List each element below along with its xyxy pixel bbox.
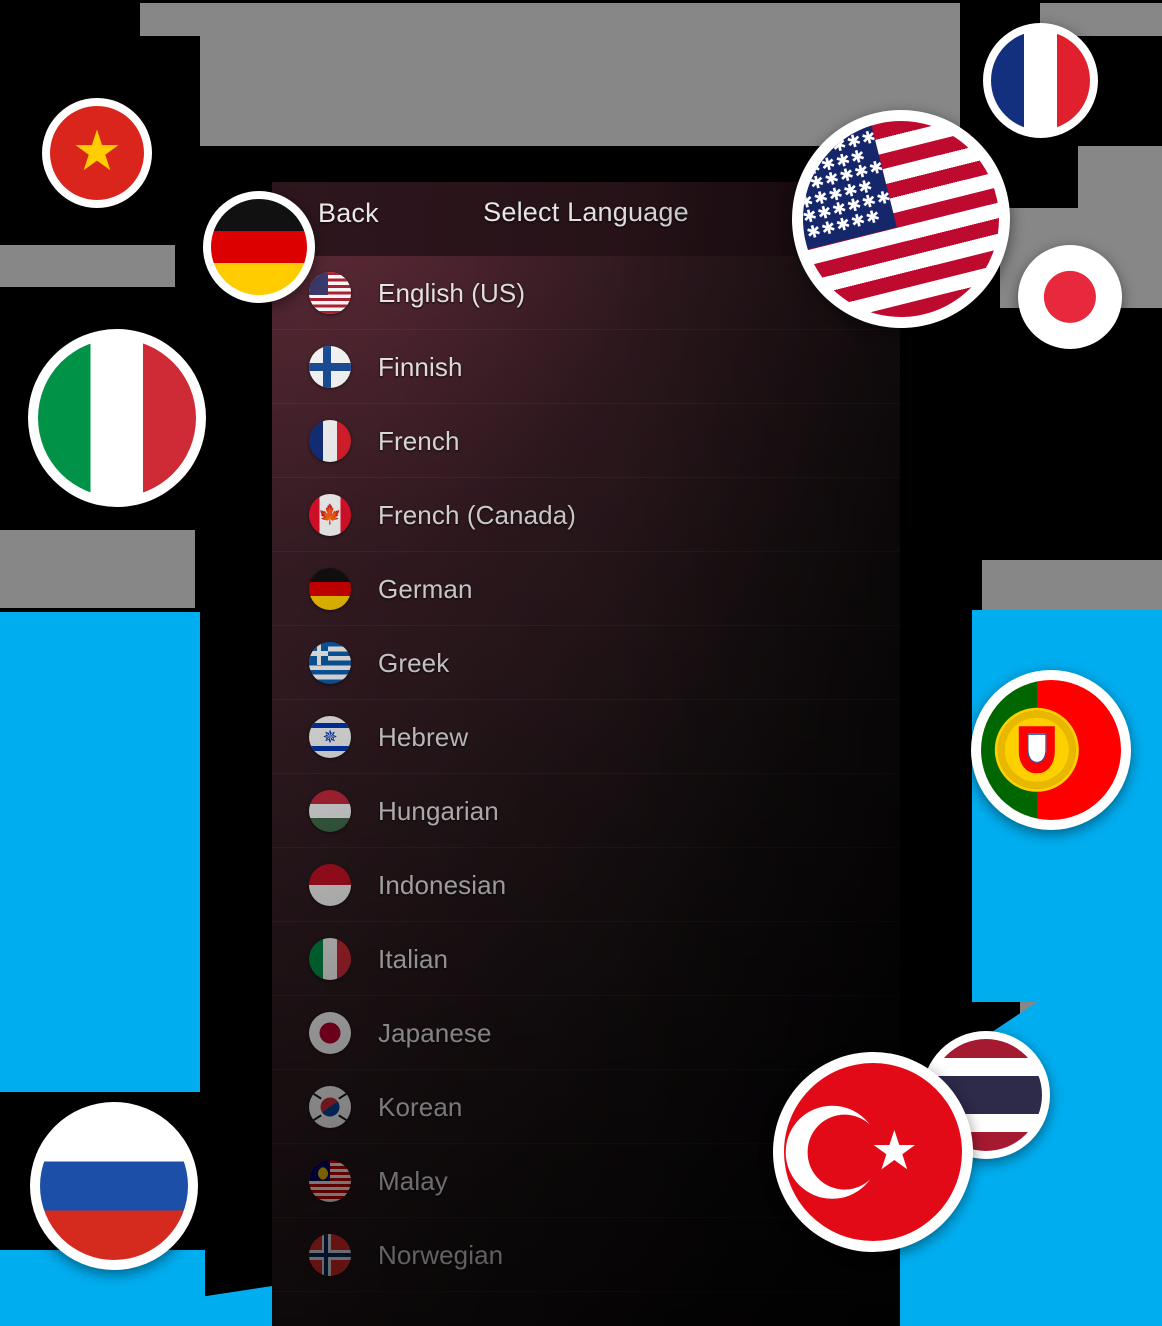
list-item[interactable]: Japanese xyxy=(272,996,900,1070)
language-label: Japanese xyxy=(378,1017,492,1048)
bg-gray-block-right-1 xyxy=(1078,146,1162,208)
bg-gray-block-left-2 xyxy=(0,530,195,608)
badge-italy xyxy=(28,329,206,507)
list-item[interactable]: French xyxy=(272,404,900,478)
flag-indonesia-icon xyxy=(309,864,351,906)
badge-japan xyxy=(1018,245,1122,349)
language-label: Norwegian xyxy=(378,1239,504,1270)
flag-israel-icon: ✵ xyxy=(309,716,351,758)
flag-finland-icon xyxy=(309,346,351,388)
list-item[interactable]: Hungarian xyxy=(272,774,900,848)
language-label: Hebrew xyxy=(378,721,469,752)
language-label: Italian xyxy=(378,943,449,974)
portugal-coat-of-arms-icon xyxy=(997,710,1077,790)
language-label: Malay xyxy=(378,1165,448,1196)
badge-vietnam: ★ xyxy=(42,98,152,208)
badge-germany xyxy=(203,191,315,303)
crescent-star-icon: ★ xyxy=(870,1120,919,1181)
language-label: French xyxy=(378,425,460,456)
language-label: German xyxy=(378,573,473,604)
language-label: Hungarian xyxy=(378,795,499,826)
list-item[interactable]: Finnish xyxy=(272,330,900,404)
flag-malaysia-icon xyxy=(309,1160,351,1202)
flag-germany-icon xyxy=(309,568,351,610)
language-label: Finnish xyxy=(378,351,463,382)
flag-greece-icon xyxy=(309,642,351,684)
language-label: English (US) xyxy=(378,277,526,308)
badge-france xyxy=(983,23,1098,138)
language-label: Indonesian xyxy=(378,869,507,900)
flag-hungary-icon xyxy=(309,790,351,832)
list-item[interactable]: ✵ Hebrew xyxy=(272,700,900,774)
language-label: Korean xyxy=(378,1091,463,1122)
list-item[interactable]: Italian xyxy=(272,922,900,996)
flag-italy-icon xyxy=(309,938,351,980)
badge-turkey: ★ xyxy=(773,1052,973,1252)
list-item[interactable]: German xyxy=(272,552,900,626)
bg-gray-block-top-1 xyxy=(140,3,960,36)
list-item[interactable]: Indonesian xyxy=(272,848,900,922)
badge-portugal xyxy=(971,670,1131,830)
bg-cyan-block-left xyxy=(0,612,200,1072)
flag-japan-icon xyxy=(309,1012,351,1054)
list-item[interactable]: Norwegian xyxy=(272,1218,900,1292)
star-icon: ★ xyxy=(71,118,123,182)
badge-russia xyxy=(30,1102,198,1270)
flag-norway-icon xyxy=(309,1234,351,1276)
list-item[interactable]: 🍁 French (Canada) xyxy=(272,478,900,552)
flag-canada-icon: 🍁 xyxy=(309,494,351,536)
bg-gray-block-left-1 xyxy=(0,245,175,287)
bg-gray-block-right-3 xyxy=(982,560,1162,612)
screenshot-canvas: Back Select Language English (US) Finnis… xyxy=(0,0,1162,1326)
list-item[interactable]: Greek xyxy=(272,626,900,700)
flag-us-icon xyxy=(309,272,351,314)
language-label: French (Canada) xyxy=(378,499,577,530)
flag-southkorea-icon xyxy=(309,1086,351,1128)
language-label: Greek xyxy=(378,647,450,678)
flag-france-icon xyxy=(309,420,351,462)
bg-cyan-block-bottomleft-1 xyxy=(0,1062,200,1092)
